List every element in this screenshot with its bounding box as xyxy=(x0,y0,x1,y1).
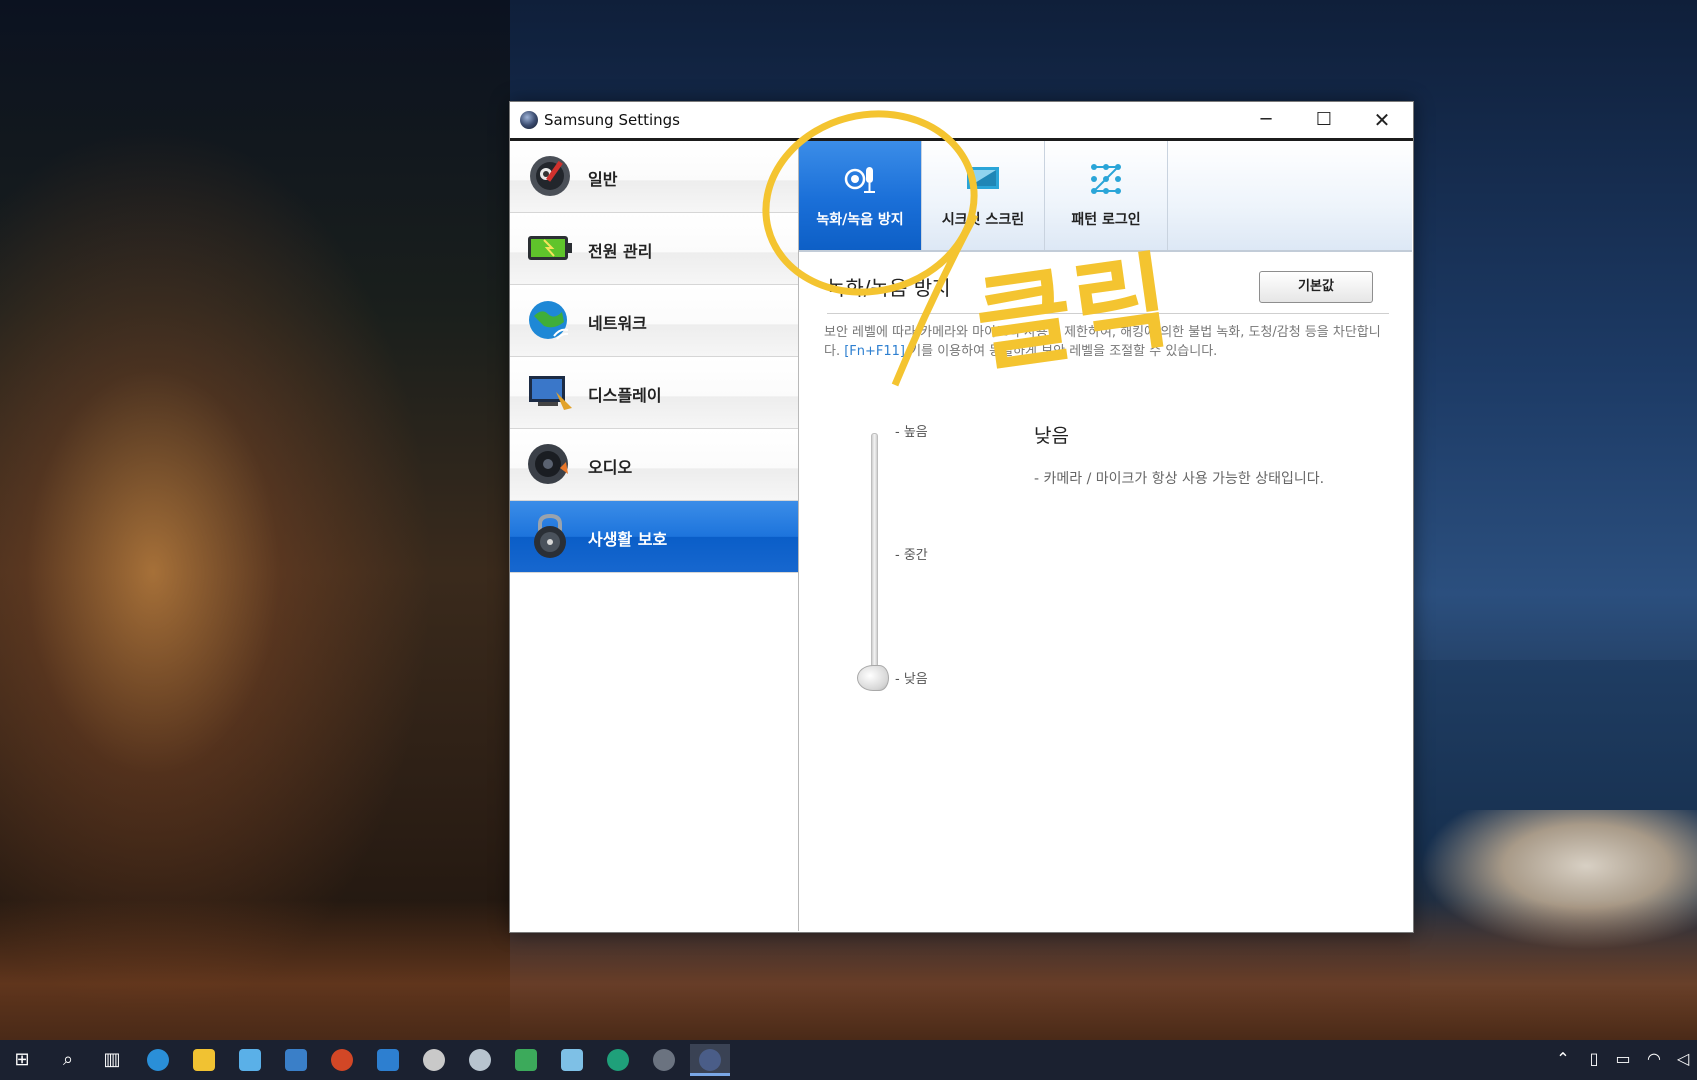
maximize-button[interactable]: ☐ xyxy=(1295,102,1353,138)
sidebar-item-display[interactable]: 디스플레이 xyxy=(510,357,798,429)
level-label-high: - 높음 xyxy=(895,425,928,440)
section-title: 녹화/녹음 방지 xyxy=(827,276,951,300)
sidebar-item-label: 전원 관리 xyxy=(588,242,653,261)
powerpoint-icon[interactable] xyxy=(322,1044,362,1076)
samsung-settings-window: Samsung Settings ─ ☐ ✕ 일반 전원 관리 네트워크 디스플… xyxy=(509,101,1414,933)
general-settings-icon xyxy=(530,156,570,196)
edge-icon[interactable] xyxy=(598,1044,638,1076)
current-security-level: 낮음 xyxy=(1034,425,1069,447)
display-icon xyxy=(529,376,572,410)
tab-recording-prevention[interactable]: 녹화/녹음 방지 xyxy=(799,141,922,250)
app-icon-5[interactable] xyxy=(460,1044,500,1076)
file-explorer-icon[interactable] xyxy=(184,1044,224,1076)
app-icon-6[interactable] xyxy=(506,1044,546,1076)
sidebar-item-label: 일반 xyxy=(588,170,618,189)
volume-icon[interactable]: ◁ xyxy=(1672,1048,1694,1070)
shortcut-key-text: [Fn+F11] xyxy=(844,344,906,359)
app-icon-7[interactable] xyxy=(552,1044,592,1076)
security-level-slider[interactable] xyxy=(871,433,878,680)
title-bar[interactable]: Samsung Settings ─ ☐ ✕ xyxy=(510,102,1413,141)
secret-screen-icon xyxy=(967,167,999,189)
padlock-icon xyxy=(534,513,566,558)
sidebar-item-network[interactable]: 네트워크 xyxy=(510,285,798,357)
pattern-login-icon xyxy=(1091,164,1121,194)
chevron-up-icon[interactable]: ⌃ xyxy=(1552,1048,1574,1070)
app-icon-4[interactable] xyxy=(414,1044,454,1076)
window-title: Samsung Settings xyxy=(544,111,680,129)
tab-label: 녹화/녹음 방지 xyxy=(816,212,904,228)
sidebar-item-audio[interactable]: 오디오 xyxy=(510,429,798,501)
task-view-icon[interactable]: ▥ xyxy=(92,1044,132,1076)
network-globe-icon xyxy=(529,301,569,340)
security-level-slider-thumb[interactable] xyxy=(857,665,889,691)
desktop-wallpaper-town xyxy=(0,0,510,1040)
sidebar-item-general[interactable]: 일반 xyxy=(510,141,798,213)
close-button[interactable]: ✕ xyxy=(1353,102,1411,138)
default-button[interactable]: 기본값 xyxy=(1259,271,1373,303)
current-level-description: - 카메라 / 마이크가 항상 사용 가능한 상태입니다. xyxy=(1034,471,1325,487)
app-icon-1[interactable] xyxy=(230,1044,270,1076)
battery-tray-icon[interactable]: ▭ xyxy=(1612,1048,1634,1070)
windows-start-icon[interactable]: ⊞ xyxy=(2,1044,42,1076)
sidebar-item-label: 오디오 xyxy=(588,458,633,477)
minimize-button[interactable]: ─ xyxy=(1237,102,1295,138)
samsung-settings-app-icon xyxy=(520,111,538,129)
wifi-icon[interactable]: ◠ xyxy=(1643,1048,1665,1070)
sidebar-item-label: 사생활 보호 xyxy=(588,530,668,549)
app-icon-3[interactable] xyxy=(368,1044,408,1076)
device-icon[interactable]: ▯ xyxy=(1583,1048,1605,1070)
sidebar-item-label: 디스플레이 xyxy=(588,386,662,405)
edge-legacy-icon[interactable] xyxy=(138,1044,178,1076)
app-icon-2[interactable] xyxy=(276,1044,316,1076)
sidebar-item-label: 네트워크 xyxy=(588,314,647,333)
annotation-click-text: 클릭 xyxy=(968,238,1180,387)
sidebar-item-privacy[interactable]: 사생활 보호 xyxy=(510,501,798,573)
level-label-low: - 낮음 xyxy=(895,672,928,687)
battery-icon xyxy=(528,236,572,260)
search-icon[interactable]: ⌕ xyxy=(48,1044,88,1076)
camera-mic-icon xyxy=(844,167,875,193)
samsung-settings-taskbar-icon[interactable] xyxy=(690,1044,730,1076)
tab-label: 시크릿 스크린 xyxy=(941,212,1025,228)
app-icon-8[interactable] xyxy=(644,1044,684,1076)
taskbar: ⊞ ⌕ ▥ ⌃ ▯ ▭ ◠ ◁ xyxy=(0,1040,1697,1080)
speaker-icon xyxy=(528,444,568,484)
level-label-mid: - 중간 xyxy=(895,548,928,563)
sidebar: 일반 전원 관리 네트워크 디스플레이 오디오 사생활 보호 xyxy=(510,141,799,931)
sidebar-item-power[interactable]: 전원 관리 xyxy=(510,213,798,285)
